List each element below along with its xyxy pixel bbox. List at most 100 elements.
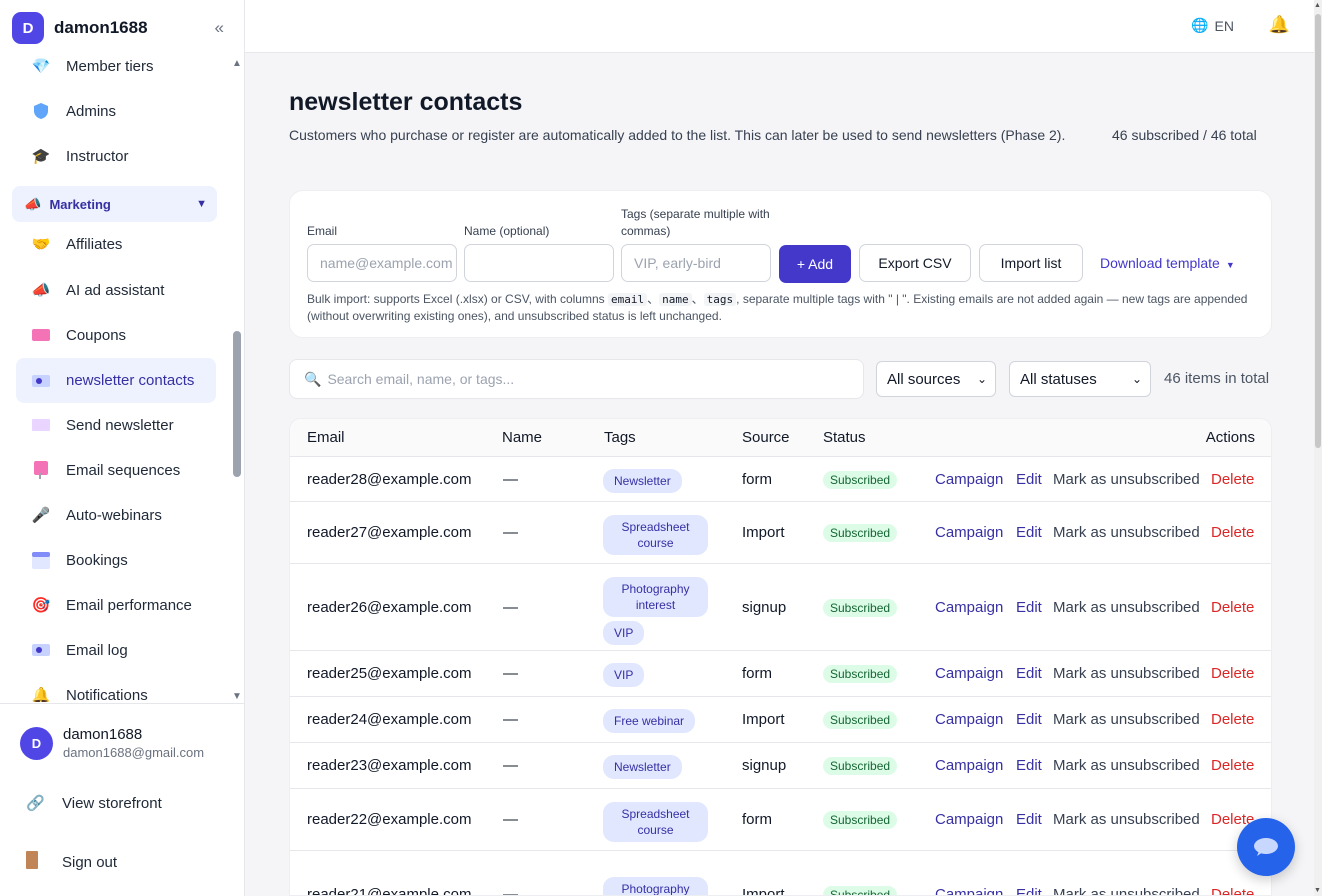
- table-row: reader22@example.com — form Spreadsheet cou…: [290, 789, 1271, 851]
- tag-badge: Free webinar: [603, 709, 696, 733]
- sidebar-item-instructor[interactable]: 🎓 Instructor: [16, 136, 216, 176]
- sidebar-item-email-performance[interactable]: 🎯 Email performance: [16, 585, 216, 625]
- campaign-link[interactable]: Campaign: [935, 711, 1003, 728]
- contact-name: —: [503, 665, 518, 682]
- status-badge: Subscribed: [823, 811, 898, 829]
- sidebar-item-label: Send newsletter: [66, 416, 174, 434]
- sidebar-item-label: Email sequences: [66, 461, 181, 479]
- table-row: reader21@example.com — Import Photography i…: [290, 851, 1271, 895]
- user-profile[interactable]: D damon1688 damon1688@gmail.com: [20, 726, 204, 760]
- export-csv-button[interactable]: Export CSV: [859, 244, 971, 282]
- contact-name: —: [503, 471, 518, 488]
- status-badge: Subscribed: [823, 886, 898, 895]
- sidebar-scrollbar[interactable]: ▲ ▼: [231, 58, 243, 702]
- edit-link[interactable]: Edit: [1016, 471, 1042, 488]
- campaign-link[interactable]: Campaign: [935, 471, 1003, 488]
- sidebar-item-auto-webinars[interactable]: 🎤 Auto-webinars: [16, 495, 216, 535]
- page-scrollbar[interactable]: ▲ ▼: [1314, 0, 1322, 896]
- collapse-sidebar-icon[interactable]: «: [215, 18, 224, 38]
- edit-link[interactable]: Edit: [1016, 665, 1042, 682]
- mark-unsubscribed-link[interactable]: Mark as unsubscribed: [1053, 711, 1200, 728]
- status-badge: Subscribed: [823, 471, 898, 489]
- download-template-link[interactable]: Download template ▼: [1100, 255, 1235, 271]
- scroll-up-icon[interactable]: ▲: [232, 58, 242, 69]
- add-contact-card: Email name@example.com Name (optional) T…: [289, 190, 1272, 338]
- sidebar-item-email-sequences[interactable]: Email sequences: [16, 450, 216, 490]
- edit-link[interactable]: Edit: [1016, 524, 1042, 541]
- email-label: Email: [307, 224, 338, 238]
- edit-link[interactable]: Edit: [1016, 886, 1042, 895]
- contact-email: reader26@example.com: [307, 599, 472, 616]
- edit-link[interactable]: Edit: [1016, 711, 1042, 728]
- email-field[interactable]: name@example.com: [307, 244, 457, 282]
- webinar-icon: 🎤: [31, 507, 51, 524]
- edit-link[interactable]: Edit: [1016, 811, 1042, 828]
- language-switcher[interactable]: 🌐 EN: [1191, 17, 1234, 34]
- sidebar: D damon1688 « 💎 Member tiers Admins 🎓 In…: [0, 0, 245, 896]
- sidebar-item-label: Instructor: [66, 147, 129, 165]
- sidebar-item-label: AI ad assistant: [66, 281, 165, 299]
- scroll-down-icon[interactable]: ▼: [1314, 887, 1321, 894]
- column-email: Email: [307, 429, 345, 446]
- mark-unsubscribed-link[interactable]: Mark as unsubscribed: [1053, 599, 1200, 616]
- campaign-link[interactable]: Campaign: [935, 811, 1003, 828]
- mark-unsubscribed-link[interactable]: Mark as unsubscribed: [1053, 886, 1200, 895]
- sidebar-item-label: Email log: [66, 641, 128, 659]
- sidebar-item-send-newsletter[interactable]: Send newsletter: [16, 405, 216, 445]
- sidebar-item-ai-ad-assistant[interactable]: 📣 AI ad assistant: [16, 270, 216, 310]
- view-storefront-link[interactable]: 🔗 View storefront: [26, 794, 162, 813]
- campaign-link[interactable]: Campaign: [935, 665, 1003, 682]
- page-description: Customers who purchase or register are a…: [289, 127, 1066, 143]
- contact-email: reader25@example.com: [307, 665, 472, 682]
- sidebar-item-coupons[interactable]: Coupons: [16, 315, 216, 355]
- contact-source: Import: [742, 524, 785, 541]
- campaign-link[interactable]: Campaign: [935, 524, 1003, 541]
- delete-link[interactable]: Delete: [1211, 711, 1254, 728]
- delete-link[interactable]: Delete: [1211, 599, 1254, 616]
- handshake-icon: 🤝: [31, 236, 51, 253]
- delete-link[interactable]: Delete: [1211, 757, 1254, 774]
- sidebar-item-admins[interactable]: Admins: [16, 91, 216, 131]
- chat-button[interactable]: [1237, 818, 1295, 876]
- import-list-button[interactable]: Import list: [979, 244, 1083, 282]
- source-filter-select[interactable]: All sources ⌄: [876, 361, 996, 397]
- user-name: damon1688: [63, 726, 143, 743]
- sidebar-item-newsletter-contacts[interactable]: newsletter contacts: [16, 358, 216, 403]
- contact-email: reader22@example.com: [307, 811, 472, 828]
- scrollbar-thumb[interactable]: [1315, 14, 1321, 448]
- status-filter-select[interactable]: All statuses ⌄: [1009, 361, 1151, 397]
- search-placeholder: Search email, name, or tags...: [327, 371, 515, 387]
- chevron-down-icon: ⌄: [1131, 372, 1142, 386]
- campaign-link[interactable]: Campaign: [935, 886, 1003, 895]
- delete-link[interactable]: Delete: [1211, 665, 1254, 682]
- scrollbar-thumb[interactable]: [233, 331, 241, 477]
- sidebar-item-notifications[interactable]: 🔔 Notifications: [16, 675, 216, 703]
- add-button[interactable]: + Add: [779, 245, 851, 283]
- sidebar-item-member-tiers[interactable]: 💎 Member tiers: [16, 46, 216, 86]
- edit-link[interactable]: Edit: [1016, 757, 1042, 774]
- sidebar-group-marketing[interactable]: 📣 Marketing ▼: [12, 186, 217, 222]
- mark-unsubscribed-link[interactable]: Mark as unsubscribed: [1053, 757, 1200, 774]
- sidebar-item-email-log[interactable]: Email log: [16, 630, 216, 670]
- delete-link[interactable]: Delete: [1211, 524, 1254, 541]
- mark-unsubscribed-link[interactable]: Mark as unsubscribed: [1053, 524, 1200, 541]
- campaign-link[interactable]: Campaign: [935, 599, 1003, 616]
- mark-unsubscribed-link[interactable]: Mark as unsubscribed: [1053, 471, 1200, 488]
- source-filter-value: All sources: [887, 370, 961, 388]
- scroll-up-icon[interactable]: ▲: [1314, 2, 1321, 9]
- items-total: 46 items in total: [1164, 370, 1270, 387]
- edit-link[interactable]: Edit: [1016, 599, 1042, 616]
- sidebar-item-affiliates[interactable]: 🤝 Affiliates: [16, 224, 216, 264]
- search-input[interactable]: 🔍 Search email, name, or tags...: [289, 359, 864, 399]
- campaign-link[interactable]: Campaign: [935, 757, 1003, 774]
- delete-link[interactable]: Delete: [1211, 471, 1254, 488]
- scroll-down-icon[interactable]: ▼: [232, 691, 242, 702]
- sidebar-item-bookings[interactable]: Bookings: [16, 540, 216, 580]
- tags-field[interactable]: VIP, early-bird: [621, 244, 771, 282]
- name-field[interactable]: [464, 244, 614, 282]
- mark-unsubscribed-link[interactable]: Mark as unsubscribed: [1053, 811, 1200, 828]
- sign-out-link[interactable]: Sign out: [26, 851, 117, 873]
- mark-unsubscribed-link[interactable]: Mark as unsubscribed: [1053, 665, 1200, 682]
- notifications-bell-icon[interactable]: 🔔: [1269, 15, 1290, 35]
- delete-link[interactable]: Delete: [1211, 886, 1254, 895]
